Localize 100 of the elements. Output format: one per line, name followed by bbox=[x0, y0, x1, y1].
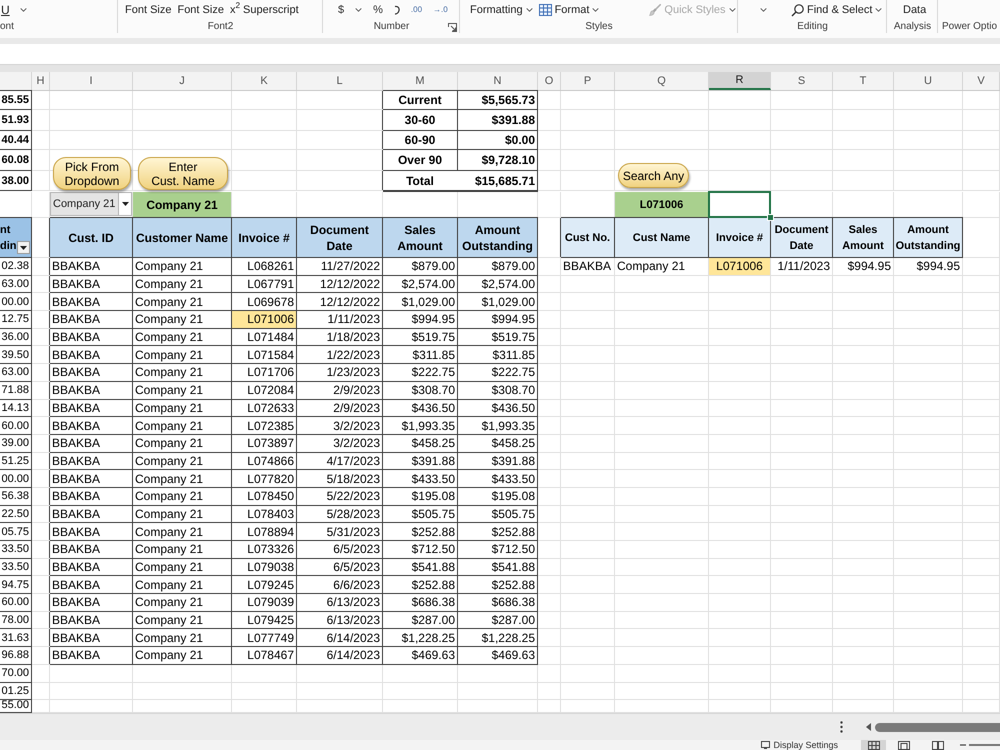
active-cell[interactable] bbox=[708, 191, 771, 218]
dropdown-button[interactable] bbox=[118, 193, 131, 215]
table-cell-text: $1,029.00 bbox=[400, 294, 456, 310]
column-heading[interactable]: L bbox=[297, 72, 383, 90]
customer-dropdown[interactable]: Company 21 bbox=[50, 192, 132, 216]
ribbon-dropdown-button[interactable]: Find & Select bbox=[791, 4, 882, 16]
column-heading[interactable]: H bbox=[32, 72, 50, 90]
column-heading[interactable]: T bbox=[833, 72, 894, 90]
table-cell-text: 3/2/2023 bbox=[332, 418, 381, 434]
group-label: Font2 bbox=[208, 22, 234, 32]
customer-name-field[interactable]: Company 21 bbox=[133, 192, 231, 217]
table-cell-text: $9,728.10 bbox=[480, 152, 536, 169]
table-cell-text: Company 21 bbox=[134, 364, 204, 381]
table-cell-text: L071484 bbox=[246, 329, 295, 346]
table-cell-text: $1,228.25 bbox=[480, 630, 536, 646]
table-cell-text: 3/2/2023 bbox=[332, 435, 381, 452]
table-cell-text: $252.88 bbox=[490, 524, 536, 540]
chevron-down-icon[interactable] bbox=[760, 8, 767, 12]
macro-button[interactable]: Search Any bbox=[618, 163, 689, 188]
table-cell-text: $15,685.71 bbox=[474, 172, 536, 190]
group-label: Analysis bbox=[894, 22, 932, 32]
table-cell-text: Current bbox=[397, 92, 443, 109]
column-heading[interactable]: U bbox=[894, 72, 963, 90]
ribbon-button[interactable]: Font Size bbox=[125, 4, 172, 16]
table-cell-text: BBAKBA bbox=[51, 364, 102, 381]
table-cell-text: 02.38 bbox=[0, 259, 30, 274]
table-cell-text: 36.00 bbox=[0, 330, 30, 346]
table-cell-text: $1,993.35 bbox=[480, 418, 536, 434]
table-cell-text: 00.00 bbox=[0, 472, 30, 487]
table-cell-text: $311.85 bbox=[412, 346, 456, 364]
table-cell-text: $1,993.35 bbox=[400, 418, 456, 434]
macro-button[interactable]: Enter Cust. Name bbox=[138, 157, 228, 190]
superscript-button[interactable]: x$^{2}$ Superscript bbox=[230, 4, 299, 16]
table-cell-text: $1,228.25 bbox=[400, 630, 456, 646]
decimal-button[interactable]: .00 bbox=[410, 6, 422, 14]
chevron-down-icon[interactable] bbox=[20, 8, 27, 12]
ribbon-dropdown-button[interactable]: Format bbox=[538, 4, 600, 16]
column-heading[interactable]: S bbox=[771, 72, 833, 90]
table-cell-text: BBAKBA bbox=[51, 329, 102, 346]
column-heading[interactable]: Q bbox=[615, 72, 709, 90]
table-cell-text: $308.70 bbox=[410, 382, 456, 398]
table-cell-text: 2/9/2023 bbox=[332, 382, 381, 398]
view-button[interactable] bbox=[861, 740, 886, 750]
ribbon-button[interactable]: Data bbox=[903, 4, 926, 16]
more-options-icon[interactable] bbox=[840, 721, 843, 733]
table-cell-text: $505.75 bbox=[410, 506, 456, 522]
table-cell-text: $994.95 bbox=[846, 258, 892, 275]
table-cell-text: $222.75 bbox=[490, 364, 536, 381]
page-layout-icon bbox=[898, 740, 910, 750]
column-heading[interactable]: O bbox=[538, 72, 561, 90]
table-cell-text: $436.50 bbox=[410, 400, 456, 416]
table-cell-text: BBAKBA bbox=[51, 452, 102, 470]
column-heading[interactable]: K bbox=[232, 72, 297, 90]
column-heading[interactable]: R bbox=[709, 72, 771, 90]
table-grid-icon bbox=[538, 4, 552, 16]
table-cell-text: L071584 bbox=[246, 346, 295, 364]
table-cell-text: Over 90 bbox=[396, 152, 444, 169]
column-heading[interactable]: V bbox=[963, 72, 1000, 90]
chevron-down-icon[interactable] bbox=[355, 8, 362, 12]
column-heading[interactable]: J bbox=[133, 72, 232, 90]
scroll-left-icon[interactable] bbox=[866, 723, 871, 731]
table-cell-text: Company 21 bbox=[134, 329, 204, 346]
filter-button[interactable] bbox=[17, 241, 30, 254]
table-cell-text: $458.25 bbox=[410, 435, 456, 452]
table-cell-text: Company 21 bbox=[134, 524, 204, 540]
table-cell-text: 4/17/2023 bbox=[326, 452, 381, 470]
number-format-button[interactable]: $ bbox=[338, 4, 344, 16]
ribbon-button[interactable]: Font Size bbox=[177, 4, 224, 16]
table-cell-text: BBAKBA bbox=[51, 258, 102, 275]
table-cell-text: L071706 bbox=[246, 364, 295, 381]
column-heading[interactable]: N bbox=[458, 72, 538, 90]
column-heading[interactable]: M bbox=[383, 72, 458, 90]
table-cell-text: $433.50 bbox=[410, 470, 456, 487]
table-cell-text: L079038 bbox=[246, 559, 295, 576]
table-cell-text: Company 21 bbox=[134, 382, 204, 398]
table-cell-text: 33.50 bbox=[0, 542, 30, 558]
grid-view-icon bbox=[868, 740, 880, 750]
table-cell-text: 30-60 bbox=[404, 112, 436, 129]
table-cell-text: 96.88 bbox=[0, 648, 30, 664]
table-cell: L071006 bbox=[232, 311, 296, 328]
column-header: Amount Outstanding bbox=[894, 218, 962, 257]
invoice-search-field[interactable]: L071006 bbox=[615, 192, 708, 217]
macro-button[interactable]: Pick From Dropdown bbox=[53, 157, 131, 190]
dialog-launcher-icon[interactable] bbox=[448, 23, 457, 32]
table-cell-text: BBAKBA bbox=[51, 647, 102, 664]
table-cell-text: 94.75 bbox=[0, 578, 30, 593]
fill-handle-icon[interactable] bbox=[767, 214, 774, 221]
table-cell-text: $994.95 bbox=[916, 258, 961, 275]
underline-button[interactable]: U bbox=[0, 4, 11, 16]
column-header: Document Date bbox=[297, 218, 382, 257]
scrollbar-thumb[interactable] bbox=[875, 722, 1000, 732]
decimal-button[interactable]: →.0 bbox=[433, 6, 448, 14]
comma-style-icon[interactable] bbox=[394, 5, 400, 15]
column-heading[interactable]: P bbox=[561, 72, 615, 90]
display-settings-button[interactable]: Display Settings bbox=[761, 740, 838, 750]
number-format-button[interactable]: % bbox=[373, 4, 383, 16]
table-cell-text: L079039 bbox=[246, 594, 295, 611]
ribbon-dropdown-button[interactable]: Formatting bbox=[470, 4, 533, 16]
table-cell-text: BBAKBA bbox=[51, 382, 102, 398]
column-heading[interactable]: I bbox=[50, 72, 133, 90]
